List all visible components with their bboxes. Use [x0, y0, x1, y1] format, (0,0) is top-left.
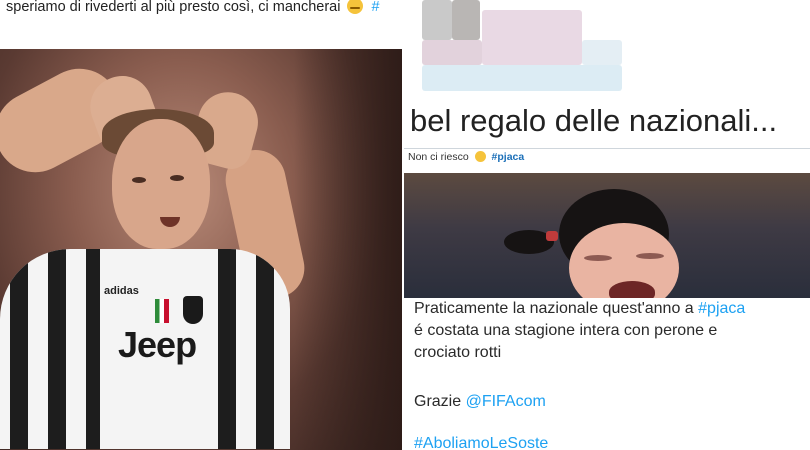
left-tweet-screenshot: speriamo di rivederti al più presto così… [0, 0, 404, 450]
pjaca-hashtag-link[interactable]: #pjaca [698, 300, 745, 317]
left-eye [132, 177, 146, 183]
hair-bow-icon [546, 231, 558, 241]
club-crest-icon [183, 296, 203, 324]
photo-shadow [294, 49, 404, 450]
left-tweet-text: speriamo di rivederti al più presto così… [6, 0, 380, 15]
body-line-1-text: Praticamente la nazionale quest'anno a [414, 300, 699, 317]
left-tweet-body: speriamo di rivederti al più presto così… [6, 0, 341, 15]
fifacom-mention-link[interactable]: @FIFAcom [466, 393, 546, 410]
right-eye [170, 175, 184, 181]
jersey-brand-text: adidas [104, 285, 139, 297]
thanks-line: Grazie @FIFAcom [414, 393, 546, 411]
blurred-user-header [404, 0, 810, 95]
player-celebration-photo[interactable]: adidas Jeep [0, 49, 404, 450]
jersey-sponsor-text: Jeep [118, 324, 197, 365]
girl-crying-mouth [609, 281, 655, 298]
left-tweet-hashtag-link[interactable]: # [372, 0, 380, 15]
left-closed-eye [584, 255, 612, 261]
player-head [112, 119, 210, 249]
crying-face-icon [474, 151, 486, 162]
tweet-body-line-3: crociato rotti [414, 344, 502, 361]
tweet-body-line-1: Praticamente la nazionale quest'anno a #… [414, 300, 745, 318]
thanks-text: Grazie [414, 393, 466, 410]
crying-girl-image[interactable] [404, 173, 810, 298]
aboliamo-hashtag-link[interactable]: #AboliamoLeSoste [414, 435, 548, 450]
quoted-tweet-headline: bel regalo delle nazionali... [410, 103, 778, 138]
right-closed-eye [636, 253, 664, 259]
italian-shield-icon [155, 299, 169, 323]
reply-line: Non ci riesco #pjaca [408, 151, 524, 163]
reply-hashtag-link[interactable]: #pjaca [492, 151, 525, 163]
expressionless-face-icon [347, 0, 364, 14]
right-tweet-screenshot: bel regalo delle nazionali... Non ci rie… [404, 0, 810, 450]
tweet-body-line-2: é costata una stagione intera con perone… [414, 322, 718, 339]
separator-line [404, 148, 810, 149]
reply-text: Non ci riesco [408, 151, 469, 163]
